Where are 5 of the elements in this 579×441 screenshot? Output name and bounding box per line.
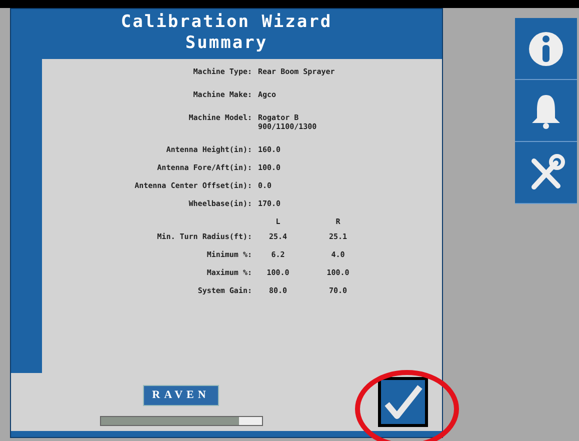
checkmark-icon [383, 382, 423, 422]
brand-logo: RAVEN [143, 385, 219, 406]
confirm-button[interactable] [378, 377, 428, 427]
window-title: Calibration Wizard [120, 12, 334, 33]
window-title: Summary [184, 33, 269, 54]
